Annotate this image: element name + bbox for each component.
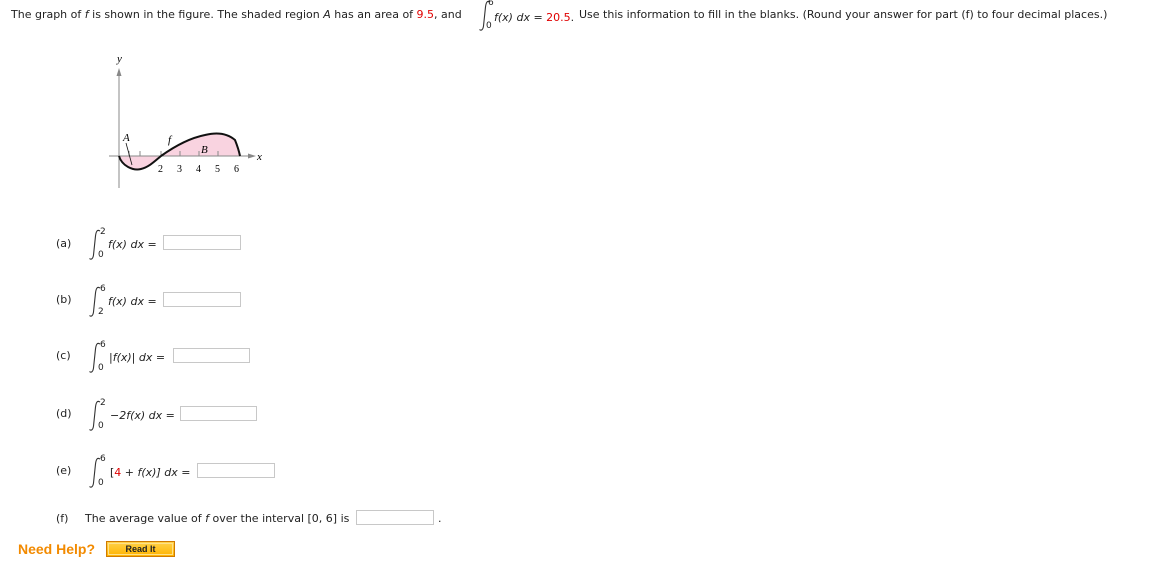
intro-instructions: Use this information to fill in the blan… (579, 8, 1108, 21)
part-expression: −2f(x) dx = (110, 409, 175, 422)
intro-text: has an area of (330, 8, 417, 21)
integral-lower-limit: 0 (486, 21, 492, 31)
part-f: (f) The average value of f over the inte… (0, 508, 500, 530)
intro-A: A (323, 8, 331, 21)
part-b: (b) 6 2 f(x) dx = (0, 284, 400, 325)
integral-upper-limit: 6 (100, 454, 106, 464)
part-label: (b) (56, 293, 72, 306)
intro-period: . (570, 11, 575, 24)
need-help-label: Need Help? (18, 541, 96, 557)
part-expression: f(x) dx = (108, 238, 157, 251)
y-axis-label: y (116, 53, 122, 65)
part-c: (c) 6 0 |f(x)| dx = (0, 340, 400, 380)
part-label: (e) (56, 464, 72, 477)
part-expression: f(x) dx = (108, 295, 157, 308)
part-f-text2: over the interval [0, 6] is (209, 512, 350, 525)
region-B-label: B (201, 144, 208, 156)
period: . (438, 512, 442, 525)
part-a: (a) 2 0 f(x) dx = (0, 226, 400, 266)
intro-integrand: f(x) dx = (494, 11, 547, 24)
integral-lower-limit: 0 (98, 250, 104, 260)
x-tick-label: 6 (234, 164, 239, 175)
problem-statement: The graph of f is shown in the figure. T… (11, 8, 462, 21)
part-expression: |f(x)| dx = (109, 351, 166, 364)
x-tick-label: 5 (215, 164, 220, 175)
integral-lower-limit: 0 (98, 478, 104, 488)
x-tick-label: 2 (158, 164, 163, 175)
answer-input-b[interactable] (163, 292, 241, 307)
curve-label-f: f (168, 134, 173, 146)
part-label: (d) (56, 407, 72, 420)
function-graph: y x f A B 2 3 4 5 6 (105, 48, 275, 190)
x-axis-label: x (256, 151, 262, 163)
part-e: (e) 6 0 [4 + f(x)] dx = (0, 454, 400, 494)
answer-input-c[interactable] (173, 348, 250, 363)
integral-lower-limit: 0 (98, 421, 104, 431)
part-f-text1: The average value of (85, 512, 206, 525)
part-d: (d) 2 0 −2f(x) dx = (0, 398, 400, 438)
region-A-label: A (122, 132, 130, 144)
answer-input-e[interactable] (197, 463, 275, 478)
part-label: (f) (56, 512, 69, 525)
integral-upper-limit: 6 (100, 284, 106, 294)
intro-text: , and (434, 8, 462, 21)
intro-integral-expr: f(x) dx = 20.5. (494, 11, 574, 24)
part-expression: [4 + f(x)] dx = (110, 466, 190, 479)
x-axis-arrow (248, 153, 256, 159)
read-it-button[interactable]: Read It (106, 541, 175, 557)
intro-integral-sign: 6 0 (476, 0, 496, 33)
integral-upper-limit: 2 (100, 398, 106, 408)
intro-text: is shown in the figure. The shaded regio… (88, 8, 324, 21)
integral-upper-limit: 6 (100, 340, 106, 350)
integral-lower-limit: 2 (98, 307, 104, 317)
region-A (119, 156, 161, 170)
expression-rest: + f(x)] dx = (121, 466, 191, 479)
integral-upper-limit: 2 (100, 227, 106, 237)
part-label: (c) (56, 349, 71, 362)
integral-upper-limit: 6 (488, 0, 494, 8)
x-tick-label: 4 (196, 164, 201, 175)
answer-input-d[interactable] (180, 406, 257, 421)
integral-lower-limit: 0 (98, 363, 104, 373)
part-f-text: The average value of f over the interval… (85, 512, 349, 525)
intro-text: The graph of (11, 8, 85, 21)
part-label: (a) (56, 237, 72, 250)
answer-input-a[interactable] (163, 235, 241, 250)
y-axis-arrow (116, 68, 122, 76)
area-A-value: 9.5 (416, 8, 435, 21)
integral-value: 20.5 (546, 11, 571, 24)
graph-svg: y x f A B 2 3 4 5 6 (109, 53, 262, 188)
x-tick-label: 3 (177, 164, 182, 175)
answer-input-f[interactable] (356, 510, 434, 525)
